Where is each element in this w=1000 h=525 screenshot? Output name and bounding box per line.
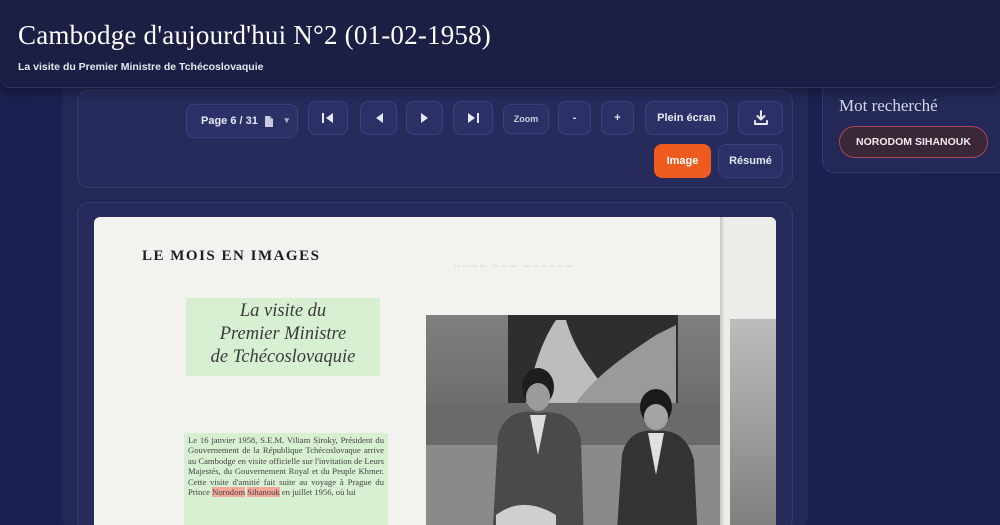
document-page[interactable]: LE MOIS EN IMAGES ~~~~ ~~~ ~~~~~~ La vis… xyxy=(94,217,776,525)
zoom-label: Zoom xyxy=(503,104,549,134)
previous-icon xyxy=(374,112,384,124)
search-keyword-heading: Mot recherché xyxy=(839,96,938,115)
keyword-highlight: Sihanouk xyxy=(247,487,280,498)
article-body-text: en juillet 1956, où lui xyxy=(281,487,356,498)
meeting-photo xyxy=(426,315,722,525)
page-select-label: Page 6 / 31 xyxy=(201,115,258,127)
article-body-highlight: Le 16 janvier 1958, S.E.M. Viliam Siroky… xyxy=(184,433,388,525)
bleed-through-text: ~~~~ ~~~ ~~~~~~ xyxy=(454,259,575,273)
page-title: Cambodge d'aujourd'hui N°2 (01-02-1958) xyxy=(18,20,491,50)
skip-last-icon xyxy=(466,112,480,124)
skip-first-icon xyxy=(321,112,335,124)
first-page-button[interactable] xyxy=(308,101,348,135)
next-icon xyxy=(420,112,430,124)
keyword-highlight: Norodom xyxy=(212,487,246,498)
image-view-button[interactable]: Image xyxy=(654,144,711,178)
page-header: Cambodge d'aujourd'hui N°2 (01-02-1958) … xyxy=(0,0,1000,88)
article-title-highlight: La visite du Premier Ministre de Tchécos… xyxy=(186,298,380,376)
keyword-chip[interactable]: NORODOM SIHANOUK xyxy=(839,126,988,158)
side-photo xyxy=(730,319,776,525)
last-page-button[interactable] xyxy=(453,101,493,135)
section-heading: LE MOIS EN IMAGES xyxy=(142,248,321,264)
fullscreen-button[interactable]: Plein écran xyxy=(645,101,728,135)
zoom-out-button[interactable]: - xyxy=(558,101,591,135)
chevron-down-icon: ▾ xyxy=(284,115,289,125)
download-icon xyxy=(753,110,769,126)
previous-page-button[interactable] xyxy=(360,101,397,135)
page-subtitle: La visite du Premier Ministre de Tchécos… xyxy=(18,61,264,73)
zoom-in-button[interactable]: + xyxy=(601,101,634,135)
summary-view-button[interactable]: Résumé xyxy=(718,144,783,178)
next-page-button[interactable] xyxy=(406,101,443,135)
search-sidebar: Mot recherché NORODOM SIHANOUK xyxy=(822,80,1000,173)
page-select[interactable]: Page 6 / 31 ▾ xyxy=(186,104,298,138)
article-title-line: Premier Ministre xyxy=(219,324,347,344)
download-button[interactable] xyxy=(738,101,783,135)
article-title-line: de Tchécoslovaquie xyxy=(210,347,356,367)
file-icon xyxy=(264,115,273,127)
article-title-line: La visite du xyxy=(239,301,327,321)
